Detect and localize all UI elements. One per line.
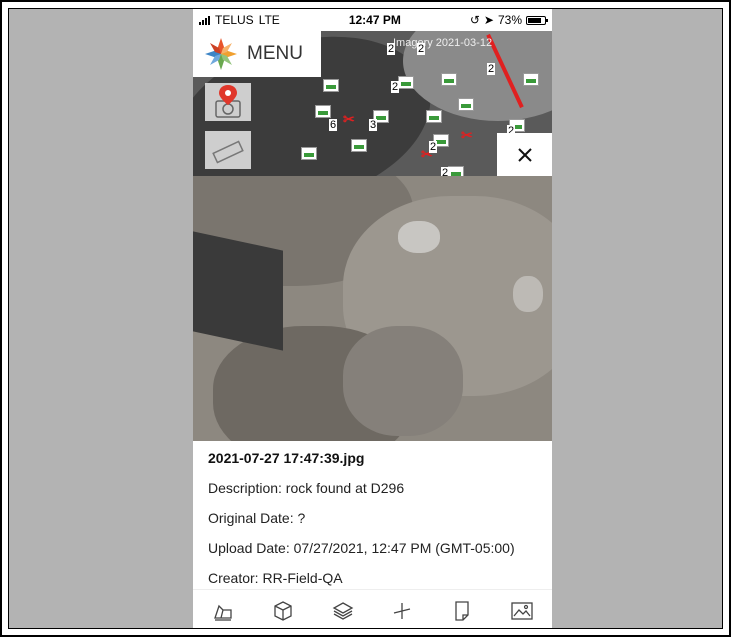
signal-icon [199,15,210,25]
status-bar: TELUS LTE 12:47 PM ↺ ➤ 73% [193,9,552,31]
photo-marker[interactable] [323,79,339,92]
marker-count: 2 [417,43,426,55]
tab-images[interactable] [507,596,537,626]
photo-marker[interactable] [441,73,457,86]
battery-percent: 73% [497,13,522,27]
pdf-icon[interactable]: ✂ [461,127,473,144]
document-icon [455,600,469,621]
close-icon [517,148,532,162]
camera-tool-button[interactable] [205,83,251,121]
ruler-icon [212,140,244,164]
backdrop: TELUS LTE 12:47 PM ↺ ➤ 73% Imagery 2021-… [8,8,723,629]
marker-count: 2 [429,141,438,153]
network: LTE [258,13,280,27]
carrier: TELUS [215,13,254,27]
clock: 12:47 PM [348,13,401,27]
photo-marker[interactable] [351,139,367,152]
photo-details: 2021-07-27 17:47:39.jpg Description: roc… [193,441,552,589]
phone-screen: TELUS LTE 12:47 PM ↺ ➤ 73% Imagery 2021-… [193,9,552,628]
marker-count: 2 [441,167,450,176]
camera-pin-icon [215,85,241,118]
screenshot-frame: TELUS LTE 12:47 PM ↺ ➤ 73% Imagery 2021-… [2,2,729,635]
tab-layers[interactable] [328,596,358,626]
ruler-tool-button[interactable] [205,131,251,169]
photo-marker[interactable] [398,76,414,89]
marker-count: 2 [391,81,400,93]
lock-rotation-icon: ↺ [469,13,480,27]
location-arrow-icon: ➤ [483,13,494,27]
photo-marker[interactable] [315,105,331,118]
close-button[interactable] [497,133,552,177]
measure-icon [394,602,411,619]
menu-button[interactable]: MENU [193,31,321,77]
photo-original-date: Original Date: ? [208,510,306,526]
pdf-icon[interactable]: ✂ [343,111,355,128]
photo-marker[interactable] [523,73,539,86]
photo-preview[interactable] [193,176,552,441]
tab-3d[interactable] [268,596,298,626]
survey-equipment-icon [214,604,232,621]
marker-count: 3 [369,119,378,131]
photo-marker[interactable] [448,166,464,176]
photo-upload-date: Upload Date: 07/27/2021, 12:47 PM (GMT-0… [208,540,515,556]
battery-icon [526,15,548,25]
photo-filename: 2021-07-27 17:47:39.jpg [208,450,365,466]
tab-documents[interactable] [447,596,477,626]
logo-icon [205,38,237,70]
bottom-toolbar [193,589,552,628]
marker-count: 2 [487,63,496,75]
tab-survey[interactable] [208,596,238,626]
tab-measure[interactable] [387,596,417,626]
layers-icon [332,601,353,620]
photo-creator: Creator: RR-Field-QA [208,570,343,586]
imagery-label: Imagery 2021-03-12 [393,37,493,49]
photo-marker[interactable] [458,98,474,111]
photo-marker[interactable] [301,147,317,160]
photo-marker[interactable] [426,110,442,123]
photo-description: Description: rock found at D296 [208,480,405,496]
marker-count: 2 [387,43,396,55]
menu-label: MENU [247,43,303,64]
3d-cube-icon [274,600,292,621]
marker-count: 6 [329,119,338,131]
image-icon [511,601,533,620]
